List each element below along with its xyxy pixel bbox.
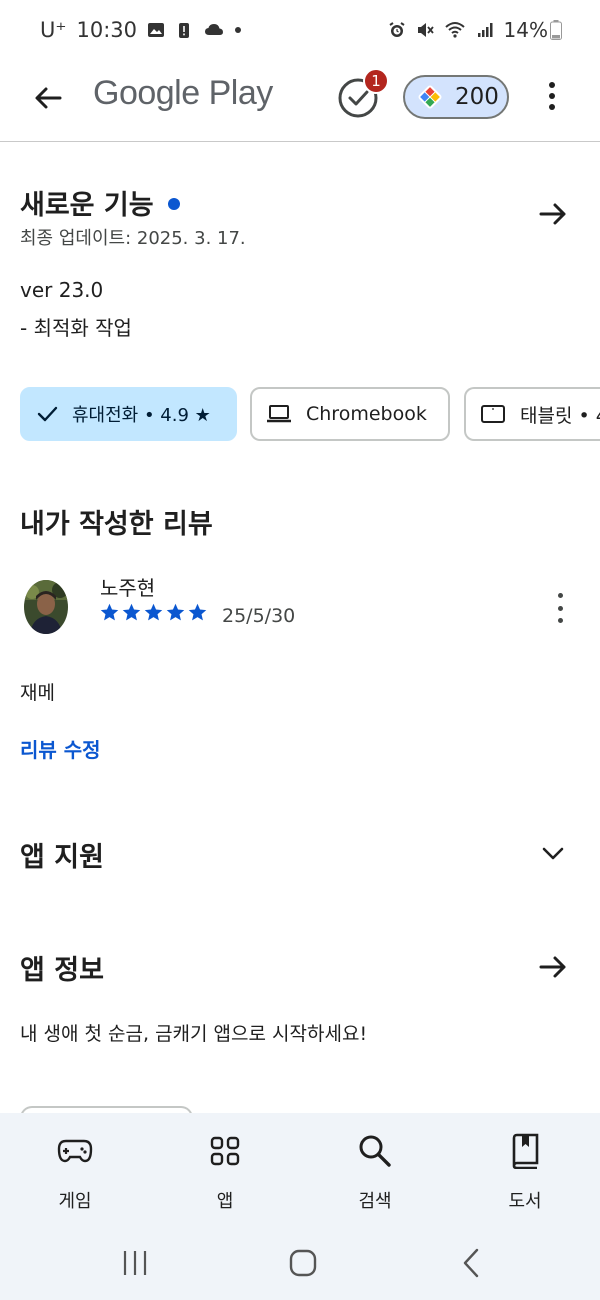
status-bar: U⁺ 10:30 14% [0,0,600,64]
nav-search[interactable]: 검색 [325,1131,425,1213]
battery-percent: 14% [503,18,548,42]
review-more-button[interactable] [550,593,570,623]
chip-phone[interactable]: 휴대전화 • 4.9 ★ [20,387,237,441]
star-icon [166,603,185,621]
gamepad-icon [55,1131,95,1171]
google-play-logo-text: Google Play [93,74,273,112]
points-value: 200 [455,84,499,110]
more-options-button[interactable] [540,78,564,114]
chevron-down-icon [542,847,564,860]
arrow-back-icon [35,87,62,109]
chip-tablet-label: 태블릿 • 4 [520,404,600,427]
star-icon [144,603,163,621]
more-vert-icon [549,82,555,88]
avatar [24,580,68,634]
nav-games-label: 게임 [58,1191,92,1212]
app-bar: Google Play 1 200 [0,64,600,142]
clock: 10:30 [76,18,137,42]
reviewer-name: 노주현 [100,576,156,600]
review-date: 25/5/30 [222,605,296,627]
app-info-arrow-button[interactable] [535,949,571,985]
chevron-left-icon [463,1248,479,1278]
nav-games[interactable]: 게임 [25,1131,125,1213]
whats-new-title: 새로운 기능 [20,190,154,221]
laptop-icon [266,403,292,425]
release-notes-text: - 최적화 작업 [20,316,132,340]
chip-tablet[interactable]: 태블릿 • 4 [464,387,600,441]
edit-review-link[interactable]: 리뷰 수정 [20,734,101,763]
mute-icon [417,23,434,37]
notification-dot [235,27,241,33]
gallery-icon [148,23,164,37]
alert-battery-icon [179,23,189,38]
nav-books-label: 도서 [508,1191,542,1212]
my-review-title: 내가 작성한 리뷰 [20,509,213,540]
star-icon [122,603,141,621]
whats-new-arrow-button[interactable] [535,196,571,232]
home-icon [289,1249,317,1277]
chip-chromebook[interactable]: Chromebook [250,387,450,441]
app-description: 내 생애 첫 순금, 금캐기 앱으로 시작하세요! [20,1023,368,1045]
review-text: 재메 [20,682,55,704]
cloud-icon [205,24,223,35]
nav-search-label: 검색 [358,1191,392,1212]
nav-books[interactable]: 도서 [475,1131,575,1213]
search-icon [355,1131,395,1171]
app-support-title[interactable]: 앱 지원 [20,835,104,874]
system-navigation-bar [0,1243,600,1283]
arrow-forward-icon [539,203,566,225]
wifi-icon [444,22,465,38]
more-vert-icon [557,593,563,598]
arrow-forward-icon [539,956,566,978]
recent-apps-button[interactable] [115,1243,155,1283]
check-icon [36,403,58,425]
tasks-badge: 1 [363,68,389,94]
nav-apps[interactable]: 앱 [175,1131,275,1213]
signal-icon [477,23,493,37]
app-support-expand-button[interactable] [535,835,571,871]
chip-chromebook-label: Chromebook [306,403,427,425]
bottom-navigation: 게임 앱 검색 도서 [0,1113,600,1300]
nav-apps-label: 앱 [216,1191,234,1212]
play-points-icon [418,85,442,109]
star-icon [188,603,207,621]
battery-icon [550,20,562,40]
chip-phone-label: 휴대전화 • 4.9 ★ [72,405,211,426]
star-rating [99,602,208,623]
version-text: ver 23.0 [20,278,104,302]
carrier-label: U⁺ [40,18,67,42]
app-info-title[interactable]: 앱 정보 [20,948,104,987]
recent-apps-icon [123,1251,147,1275]
back-button[interactable] [28,78,68,118]
play-points-button[interactable]: 200 [403,75,509,119]
last-updated-text: 최종 업데이트: 2025. 3. 17. [20,228,246,249]
star-icon [100,603,119,621]
new-indicator-dot [167,197,180,210]
tablet-icon [480,403,506,425]
apps-grid-icon [205,1131,245,1171]
alarm-icon [388,22,405,37]
whats-new-heading[interactable]: 새로운 기능 [20,183,180,222]
home-button[interactable] [283,1243,323,1283]
book-icon [505,1131,545,1171]
system-back-button[interactable] [452,1243,492,1283]
